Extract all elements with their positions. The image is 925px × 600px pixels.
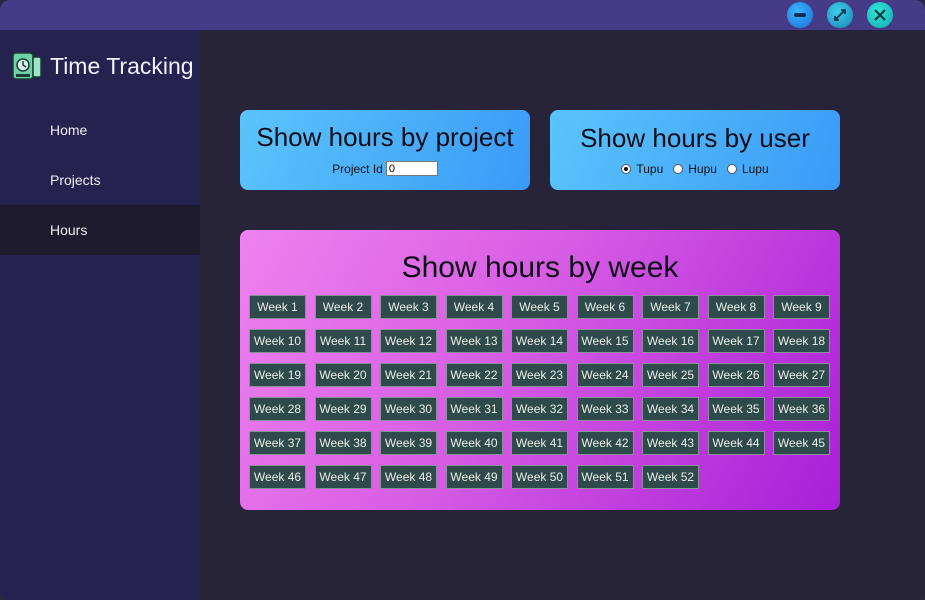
week-button[interactable]: Week 15 (576, 329, 634, 353)
week-button-grid: Week 1 Week 2 Week 3 Week 4 Week 5 Week 6 Week… (249, 295, 835, 489)
week-button[interactable]: Week 47 (314, 465, 372, 489)
week-button[interactable]: Week 16 (642, 329, 699, 353)
week-button[interactable]: Week 33 (576, 397, 634, 421)
project-id-input[interactable] (385, 161, 438, 176)
week-button[interactable]: Week 41 (511, 431, 568, 455)
app-window: Time Tracking Home Projects Hours Show h… (0, 0, 925, 600)
week-button[interactable]: Week 52 (642, 465, 699, 489)
hours-by-project-card: Show hours by project Project Id (240, 110, 530, 190)
week-button[interactable]: Week 42 (576, 431, 634, 455)
title-bar[interactable] (0, 0, 925, 30)
radio-button[interactable] (673, 164, 684, 174)
week-button[interactable]: Week 48 (380, 465, 437, 489)
close-icon[interactable] (867, 2, 893, 28)
week-button[interactable]: Week 38 (314, 431, 372, 455)
week-button[interactable]: Week 27 (773, 363, 830, 387)
week-button[interactable]: Week 30 (380, 397, 437, 421)
week-button[interactable]: Week 37 (249, 431, 306, 455)
week-button[interactable]: Week 20 (314, 363, 372, 387)
sidebar-item-hours[interactable]: Hours (0, 205, 200, 255)
sidebar: Time Tracking Home Projects Hours (0, 30, 200, 600)
card-title: Show hours by user (580, 123, 810, 153)
radio-label: Hupu (688, 162, 717, 176)
week-button[interactable]: Week 2 (314, 295, 372, 319)
user-radio-tupu[interactable]: Tupu (621, 162, 663, 176)
week-button[interactable]: Week 12 (380, 329, 437, 353)
week-button[interactable]: Week 17 (707, 329, 765, 353)
week-button[interactable]: Week 26 (707, 363, 765, 387)
week-button[interactable]: Week 51 (576, 465, 634, 489)
week-button[interactable]: Week 34 (642, 397, 699, 421)
week-button[interactable]: Week 45 (773, 431, 830, 455)
minimize-icon[interactable] (787, 2, 813, 28)
week-button[interactable]: Week 36 (773, 397, 830, 421)
user-radio-lupu[interactable]: Lupu (726, 162, 769, 176)
sidebar-item-label: Projects (50, 172, 101, 188)
time-tracking-logo-icon (12, 52, 42, 80)
week-button[interactable]: Week 1 (249, 295, 306, 319)
radio-label: Tupu (636, 162, 664, 176)
sidebar-item-label: Hours (50, 222, 88, 238)
week-button[interactable]: Week 14 (511, 329, 568, 353)
week-button[interactable]: Week 19 (249, 363, 306, 387)
week-button[interactable]: Week 24 (576, 363, 634, 387)
week-button[interactable]: Week 8 (707, 295, 765, 319)
maximize-icon[interactable] (827, 2, 853, 28)
user-radio-group: Tupu Hupu Lupu (550, 162, 840, 176)
week-button[interactable]: Week 11 (314, 329, 372, 353)
project-id-label: Project Id (332, 161, 383, 176)
week-button[interactable]: Week 31 (445, 397, 503, 421)
week-button[interactable]: Week 10 (249, 329, 306, 353)
week-button[interactable]: Week 13 (445, 329, 503, 353)
card-title: Show hours by week (401, 251, 679, 284)
week-button[interactable]: Week 25 (642, 363, 699, 387)
week-button[interactable]: Week 22 (445, 363, 503, 387)
app-title: Time Tracking (50, 52, 194, 79)
week-button[interactable]: Week 50 (511, 465, 568, 489)
card-title: Show hours by project (256, 122, 514, 152)
week-button[interactable]: Week 7 (642, 295, 699, 319)
week-button[interactable]: Week 46 (249, 465, 306, 489)
week-button[interactable]: Week 49 (445, 465, 503, 489)
week-button[interactable]: Week 39 (380, 431, 437, 455)
project-id-row: Project Id (240, 161, 530, 176)
week-button[interactable]: Week 3 (380, 295, 437, 319)
sidebar-item-home[interactable]: Home (0, 105, 200, 155)
week-button[interactable]: Week 40 (445, 431, 503, 455)
radio-label: Lupu (741, 162, 769, 176)
radio-button[interactable] (726, 164, 737, 174)
week-button[interactable]: Week 18 (773, 329, 830, 353)
week-button[interactable]: Week 9 (773, 295, 830, 319)
week-button[interactable]: Week 29 (314, 397, 372, 421)
week-button[interactable]: Week 23 (511, 363, 568, 387)
week-button[interactable]: Week 32 (511, 397, 568, 421)
week-button[interactable]: Week 28 (249, 397, 306, 421)
week-button[interactable]: Week 35 (707, 397, 765, 421)
hours-by-user-card: Show hours by user Tupu Hupu Lupu (550, 110, 840, 190)
sidebar-item-label: Home (50, 122, 88, 138)
hours-by-week-card: Show hours by week Week 1 Week 2 Week 3 Wee… (240, 230, 840, 510)
week-button[interactable]: Week 21 (380, 363, 437, 387)
week-button[interactable]: Week 4 (445, 295, 503, 319)
brand: Time Tracking (10, 48, 194, 84)
week-button[interactable]: Week 44 (707, 431, 765, 455)
week-button[interactable]: Week 43 (642, 431, 699, 455)
sidebar-item-projects[interactable]: Projects (0, 155, 200, 205)
radio-button[interactable] (621, 164, 632, 174)
week-button[interactable]: Week 6 (576, 295, 634, 319)
user-radio-hupu[interactable]: Hupu (673, 162, 717, 176)
week-button[interactable]: Week 5 (511, 295, 568, 319)
